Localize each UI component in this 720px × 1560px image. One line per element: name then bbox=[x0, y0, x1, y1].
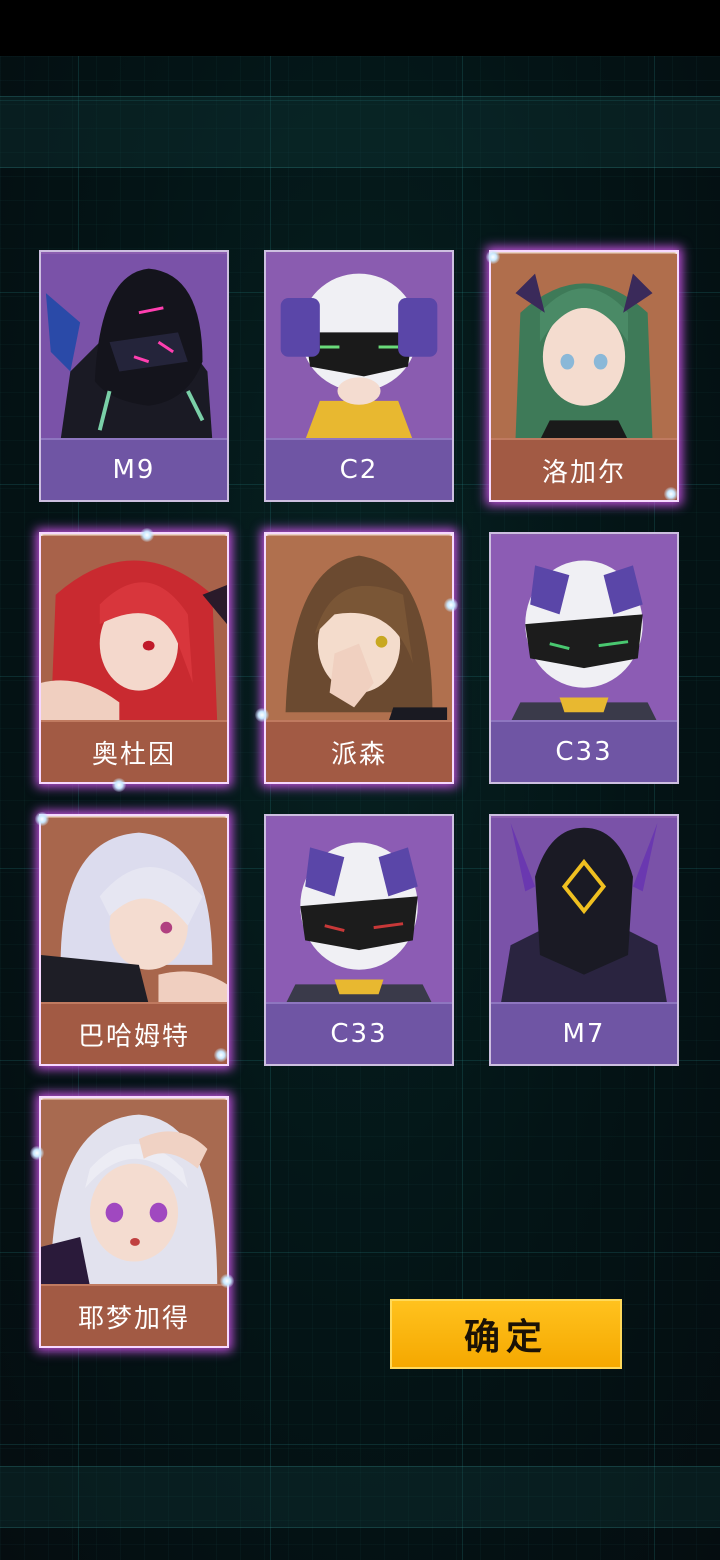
sparkle-icon bbox=[486, 250, 500, 264]
portrait-m7 bbox=[491, 816, 677, 1006]
sparkle-icon bbox=[35, 812, 49, 826]
sparkle-icon bbox=[140, 528, 154, 542]
character-card-c33-alt[interactable]: C33 bbox=[264, 814, 454, 1066]
character-card-paisen[interactable]: 派森 bbox=[264, 532, 454, 784]
character-name-label: C33 bbox=[491, 720, 677, 782]
portrait-c33 bbox=[491, 534, 677, 724]
sparkle-icon bbox=[214, 1048, 228, 1062]
character-card-c33[interactable]: C33 bbox=[489, 532, 679, 784]
character-name-label: 奥杜因 bbox=[41, 720, 227, 782]
portrait-paisen bbox=[266, 534, 452, 724]
character-name-label: 巴哈姆特 bbox=[41, 1002, 227, 1064]
portrait-c33-alt bbox=[266, 816, 452, 1006]
sparkle-icon bbox=[255, 708, 269, 722]
character-name-label: 派森 bbox=[266, 720, 452, 782]
sparkle-icon bbox=[112, 778, 126, 792]
portrait-m9 bbox=[41, 252, 227, 442]
bottom-band bbox=[0, 1466, 720, 1528]
confirm-button[interactable]: 确定 bbox=[390, 1299, 622, 1369]
sparkle-icon bbox=[444, 598, 458, 612]
portrait-aoduyin bbox=[41, 534, 227, 724]
sparkle-icon bbox=[664, 487, 678, 501]
character-select-screen: M9 C2 洛加尔 奥杜因 派森 C33 巴哈姆特 C33 M7 耶梦加得 确定 bbox=[0, 0, 720, 1560]
character-name-label: M7 bbox=[491, 1002, 677, 1064]
portrait-bahamute bbox=[41, 816, 227, 1006]
character-name-label: 耶梦加得 bbox=[41, 1284, 227, 1346]
sparkle-icon bbox=[30, 1146, 44, 1160]
portrait-luojiaer bbox=[491, 252, 677, 442]
portrait-yemengjiade bbox=[41, 1098, 227, 1288]
sparkle-icon bbox=[220, 1274, 234, 1288]
character-card-bahamute[interactable]: 巴哈姆特 bbox=[39, 814, 229, 1066]
character-card-yemengjiade[interactable]: 耶梦加得 bbox=[39, 1096, 229, 1348]
portrait-c2 bbox=[266, 252, 452, 442]
character-name-label: C33 bbox=[266, 1002, 452, 1064]
character-name-label: C2 bbox=[266, 438, 452, 500]
character-name-label: 洛加尔 bbox=[491, 438, 677, 500]
status-bar bbox=[0, 0, 720, 56]
character-card-m9[interactable]: M9 bbox=[39, 250, 229, 502]
character-card-aoduyin[interactable]: 奥杜因 bbox=[39, 532, 229, 784]
character-card-luojiaer[interactable]: 洛加尔 bbox=[489, 250, 679, 502]
character-card-m7[interactable]: M7 bbox=[489, 814, 679, 1066]
character-name-label: M9 bbox=[41, 438, 227, 500]
character-card-c2[interactable]: C2 bbox=[264, 250, 454, 502]
top-band bbox=[0, 96, 720, 168]
